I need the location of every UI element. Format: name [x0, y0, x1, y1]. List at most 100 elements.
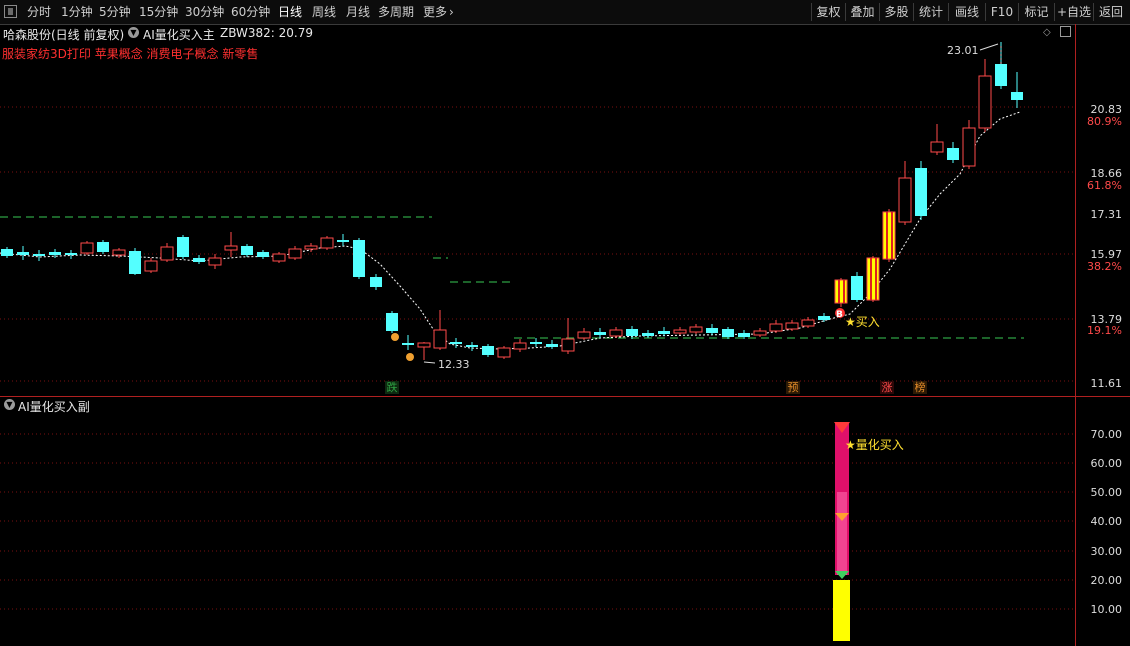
tab-monthly[interactable]: 月线: [346, 3, 370, 21]
ma-line: [0, 111, 1021, 350]
candle: [609, 327, 623, 338]
candle: [673, 327, 687, 335]
tab-weekly[interactable]: 周线: [312, 3, 336, 21]
candle: [65, 250, 77, 259]
candle: [753, 328, 767, 337]
candle: [144, 258, 158, 273]
tab-more[interactable]: 更多 ›: [423, 3, 454, 21]
mark-button[interactable]: 标记: [1018, 3, 1054, 21]
candle: [689, 324, 703, 334]
candle: [80, 241, 94, 255]
candle: [112, 248, 126, 258]
candle: [288, 246, 302, 260]
y-label: 17.31: [1090, 208, 1123, 221]
signal-bar-yellow: [833, 580, 850, 641]
candle: [577, 328, 591, 340]
badge-predict[interactable]: 预: [786, 381, 800, 394]
chevron-right-icon: ›: [449, 5, 454, 19]
candles: [1, 42, 1023, 360]
sub-y-label: 50.00: [1090, 486, 1123, 499]
overlay-button[interactable]: 叠加: [845, 3, 879, 21]
candle: [818, 313, 830, 322]
high-marker: 23.01: [947, 43, 1002, 64]
top-toolbar: 分时 1分钟 5分钟 15分钟 30分钟 60分钟 日线 周线 月线 多周期 更…: [0, 0, 1130, 25]
buy-label: ★买入: [845, 315, 880, 329]
candle: [898, 161, 912, 225]
low-price-label: 12.33: [438, 358, 470, 371]
tab-1min[interactable]: 1分钟: [61, 3, 93, 21]
candle: [769, 320, 783, 333]
candle: [257, 250, 269, 259]
badge-rank[interactable]: 榜: [913, 381, 927, 394]
candle: [129, 248, 141, 275]
candle: [1, 247, 13, 258]
candle: [530, 338, 542, 347]
candle: [33, 250, 45, 261]
axis-separator: [1075, 24, 1076, 646]
candle: [272, 252, 286, 263]
candle: [208, 254, 222, 269]
sub-indicator-chart[interactable]: ★量化买入: [0, 397, 1075, 646]
quant-buy-label: ★量化买入: [845, 438, 904, 452]
candle: [947, 142, 959, 163]
candle: [386, 311, 398, 333]
candle: [466, 342, 478, 351]
back-button[interactable]: 返回: [1093, 3, 1128, 21]
candle: [866, 256, 880, 302]
candle: [722, 327, 734, 339]
candle: [224, 232, 238, 257]
menu-icon[interactable]: [4, 5, 17, 18]
tab-30min[interactable]: 30分钟: [185, 3, 224, 21]
candle: [320, 236, 334, 250]
pct-label: 38.2%: [1087, 260, 1122, 273]
candle: [1011, 72, 1023, 108]
candle: [978, 59, 992, 132]
candle: [304, 243, 318, 252]
candle: [962, 120, 976, 169]
candle: [785, 320, 799, 331]
candle: [337, 234, 349, 246]
candlestick-chart[interactable]: 23.01 12.33 B ★买入: [0, 24, 1075, 396]
add-favorite-button[interactable]: +自选: [1054, 3, 1093, 21]
fuquan-button[interactable]: 复权: [811, 3, 845, 21]
stats-button[interactable]: 统计: [913, 3, 948, 21]
draw-line-button[interactable]: 画线: [948, 3, 985, 21]
pct-label: 61.8%: [1087, 179, 1122, 192]
candle: [402, 335, 414, 350]
candle: [834, 278, 848, 307]
tab-5min[interactable]: 5分钟: [99, 3, 131, 21]
pct-label: 80.9%: [1087, 115, 1122, 128]
low-marker: 12.33: [423, 358, 470, 371]
tab-15min[interactable]: 15分钟: [139, 3, 178, 21]
candle: [353, 238, 365, 279]
sub-grid-lines: [0, 433, 1075, 610]
grid-lines: [0, 106, 1075, 382]
candle: [241, 244, 253, 257]
candle: [417, 342, 431, 360]
high-price-label: 23.01: [947, 44, 979, 57]
more-label: 更多: [423, 5, 448, 19]
candle: [930, 124, 944, 155]
signal-bar-pink: [837, 492, 847, 575]
badge-rise[interactable]: 涨: [880, 381, 894, 394]
candle: [851, 272, 863, 302]
candle: [706, 324, 718, 335]
y-label: 11.61: [1090, 377, 1123, 390]
candle: [561, 318, 575, 354]
candle: [370, 274, 382, 290]
pct-label: 19.1%: [1087, 324, 1122, 337]
b-marker-label: B: [836, 310, 843, 320]
tab-multi-period[interactable]: 多周期: [378, 3, 414, 21]
f10-button[interactable]: F10: [985, 3, 1018, 21]
tab-daily[interactable]: 日线: [278, 3, 302, 21]
tab-60min[interactable]: 60分钟: [231, 3, 270, 21]
sub-y-label: 20.00: [1090, 574, 1123, 587]
candle: [497, 346, 511, 359]
candle: [658, 327, 670, 336]
candle: [594, 328, 606, 338]
multi-stock-button[interactable]: 多股: [879, 3, 913, 21]
tab-fenshi[interactable]: 分时: [27, 3, 51, 21]
buy-signal: B ★买入: [835, 308, 880, 329]
badge-fall[interactable]: 跌: [385, 381, 399, 394]
sub-y-label: 30.00: [1090, 545, 1123, 558]
